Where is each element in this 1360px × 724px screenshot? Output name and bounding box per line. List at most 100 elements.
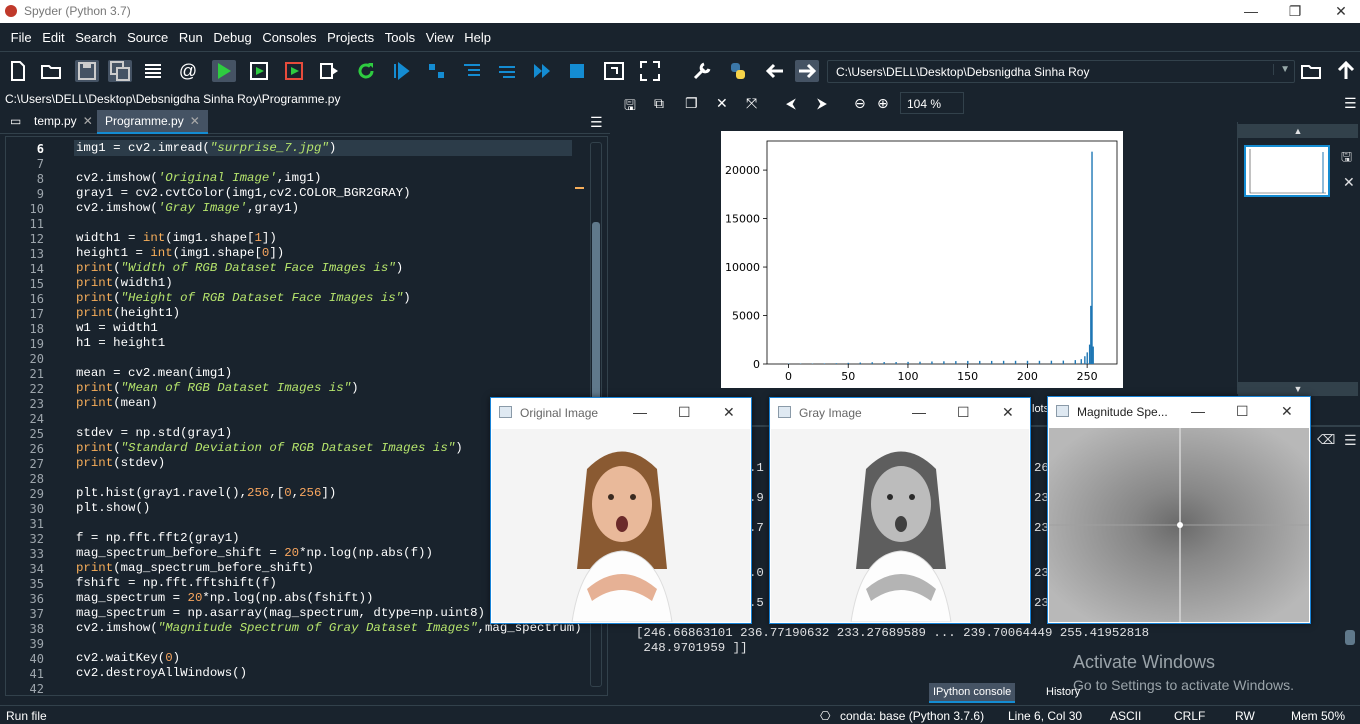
minimize-icon[interactable]: — [633, 404, 647, 420]
maximize-icon[interactable]: ☐ [1236, 403, 1249, 420]
console-options-menu-icon[interactable]: ☰ [1344, 432, 1357, 449]
browse-folder-icon[interactable] [1299, 60, 1323, 82]
close-tab-icon[interactable]: ✕ [83, 114, 93, 128]
previous-plot-icon[interactable]: ⮜ [786, 95, 796, 112]
tab-temp[interactable]: temp.py ✕ [26, 110, 101, 134]
maximize-pane-icon[interactable] [602, 60, 626, 82]
zoom-in-icon[interactable]: ⊕ [877, 95, 889, 112]
at-icon[interactable]: @ [176, 60, 200, 82]
run-cell-icon[interactable] [247, 60, 271, 82]
tab-ipython-console[interactable]: IPython console [929, 683, 1016, 703]
python-path-icon[interactable] [726, 60, 750, 82]
histogram-bar [871, 362, 873, 364]
working-directory-combo[interactable]: C:\Users\DELL\Desktop\Debsnigdha Sinha R… [827, 60, 1295, 83]
menu-tools[interactable]: Tools [381, 23, 418, 45]
close-icon[interactable]: ✕ [1281, 403, 1293, 420]
restore-button[interactable]: ❐ [1272, 0, 1318, 23]
plot-thumbnail[interactable] [1244, 145, 1330, 197]
run-selection-icon[interactable] [317, 60, 341, 82]
menu-source[interactable]: Source [123, 23, 171, 45]
code-line: h1 = height1 [76, 336, 166, 350]
histogram-bar [1050, 360, 1053, 364]
debug-icon[interactable] [389, 60, 413, 82]
close-icon[interactable]: ✕ [1002, 404, 1014, 421]
code-line: mag_spectrum_before_shift = 20*np.log(np… [76, 546, 433, 560]
line-number: 40 [29, 652, 44, 666]
back-arrow-icon[interactable] [763, 60, 787, 82]
editor-options-menu-icon[interactable]: ☰ [582, 110, 611, 134]
rerun-icon[interactable] [354, 60, 378, 82]
save-icon[interactable] [75, 60, 99, 82]
original-image-window[interactable]: Original Image — ☐ ✕ [490, 397, 752, 624]
menu-consoles[interactable]: Consoles [258, 23, 319, 45]
magnitude-spectrum-window[interactable]: Magnitude Spe... — ☐ ✕ [1047, 396, 1311, 624]
run-icon[interactable] [212, 60, 236, 82]
close-tab-icon[interactable]: ✕ [190, 114, 200, 128]
open-file-icon[interactable] [39, 60, 63, 82]
forward-arrow-icon[interactable] [795, 60, 819, 82]
menu-file[interactable]: File [7, 23, 35, 45]
step-icon[interactable] [425, 60, 449, 82]
menu-search[interactable]: Search [71, 23, 119, 45]
maximize-icon[interactable]: ☐ [957, 404, 970, 421]
menu-run[interactable]: Run [175, 23, 206, 45]
scroll-down-icon[interactable]: ▼ [1238, 382, 1358, 396]
minimize-icon[interactable]: — [1191, 403, 1205, 419]
menu-help[interactable]: Help [460, 23, 494, 45]
histogram-bar [1091, 151, 1093, 364]
close-icon[interactable]: ✕ [723, 404, 735, 421]
window-titlebar[interactable]: Magnitude Spe... — ☐ ✕ [1048, 397, 1310, 427]
stop-icon[interactable] [565, 60, 589, 82]
console-scrollbar-thumb[interactable] [1345, 630, 1355, 645]
fullscreen-icon[interactable] [638, 60, 662, 82]
gray-girl-face-image [771, 429, 1029, 622]
save-all-icon[interactable] [108, 60, 132, 82]
close-button[interactable]: ✕ [1318, 0, 1360, 23]
next-plot-icon[interactable]: ⮞ [817, 95, 827, 112]
outline-icon[interactable] [141, 60, 165, 82]
scroll-up-icon[interactable]: ▲ [1238, 124, 1358, 138]
tab-label: temp.py [34, 114, 77, 128]
new-file-icon[interactable] [6, 60, 30, 82]
save-all-plots-icon[interactable]: ⧉ [654, 95, 664, 112]
save-plot-icon[interactable]: 🖫 [624, 95, 636, 119]
run-cell-advance-icon[interactable] [282, 60, 306, 82]
menu-debug[interactable]: Debug [209, 23, 254, 45]
minimize-icon[interactable]: — [912, 404, 926, 420]
histogram-bar [1038, 360, 1041, 364]
status-message: Run file [6, 709, 47, 723]
menu-edit[interactable]: Edit [38, 23, 67, 45]
preferences-wrench-icon[interactable] [690, 60, 714, 82]
histogram-bar [823, 363, 826, 364]
chevron-down-icon[interactable]: ▼ [1273, 64, 1290, 75]
line-number: 21 [29, 367, 44, 381]
plots-options-menu-icon[interactable]: ☰ [1344, 95, 1357, 112]
working-directory-value: C:\Users\DELL\Desktop\Debsnigdha Sinha R… [836, 65, 1090, 79]
tab-history[interactable]: History [1042, 683, 1084, 703]
remove-all-plots-icon[interactable]: ⤧ [746, 95, 757, 112]
copy-plot-icon[interactable]: ❐ [685, 95, 698, 112]
save-thumbnail-icon[interactable]: 🖫 [1341, 148, 1352, 170]
continue-icon[interactable] [530, 60, 554, 82]
thumbnail-preview [1249, 149, 1326, 194]
line-number: 8 [36, 172, 44, 186]
clear-console-icon[interactable]: ⌫ [1317, 432, 1335, 448]
window-titlebar[interactable]: Gray Image — ☐ ✕ [770, 398, 1030, 428]
maximize-icon[interactable]: ☐ [678, 404, 691, 421]
zoom-out-icon[interactable]: ⊖ [854, 95, 866, 112]
gray-image-window[interactable]: Gray Image — ☐ ✕ [769, 397, 1031, 624]
x-tick-label: 150 [957, 370, 978, 383]
code-line: plt.hist(gray1.ravel(),256,[0,256]) [76, 486, 337, 500]
window-titlebar[interactable]: Original Image — ☐ ✕ [491, 398, 751, 428]
zoom-field[interactable]: 104 % [900, 92, 964, 114]
minimize-button[interactable]: — [1228, 0, 1274, 23]
menu-projects[interactable]: Projects [323, 23, 377, 45]
menu-view[interactable]: View [422, 23, 457, 45]
remove-plot-icon[interactable]: ✕ [716, 95, 728, 112]
step-return-icon[interactable] [495, 60, 519, 82]
parent-dir-icon[interactable] [1334, 60, 1358, 82]
step-into-icon[interactable] [460, 60, 484, 82]
remove-thumbnail-icon[interactable]: ✕ [1343, 174, 1355, 191]
status-bar: Run file ⎔ conda: base (Python 3.7.6) Li… [0, 705, 1360, 724]
tab-programme[interactable]: Programme.py ✕ [97, 110, 208, 134]
